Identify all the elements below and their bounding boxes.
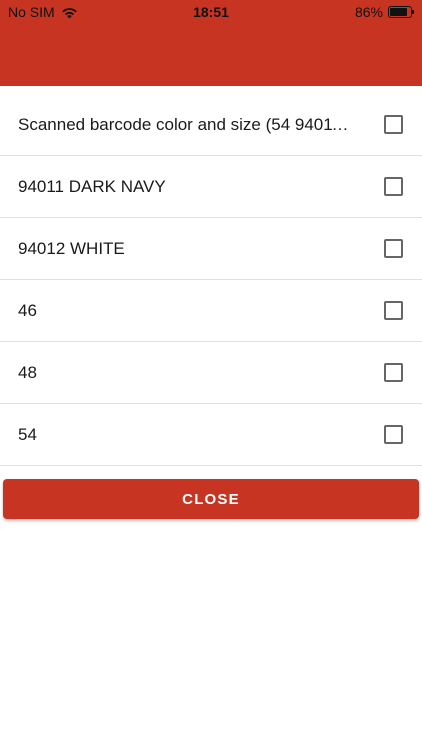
battery-icon: [388, 6, 414, 18]
list-item[interactable]: 48: [0, 342, 422, 404]
option-checkbox[interactable]: [384, 425, 403, 444]
option-checkbox[interactable]: [384, 115, 403, 134]
option-checkbox[interactable]: [384, 239, 403, 258]
option-list: Scanned barcode color and size (54 94011…: [0, 94, 422, 466]
screen: No SIM 18:51 86% Scanned barcode color a…: [0, 0, 422, 750]
list-item[interactable]: 54: [0, 404, 422, 466]
close-button[interactable]: CLOSE: [3, 479, 419, 519]
list-item[interactable]: 46: [0, 280, 422, 342]
option-label: 94011 DARK NAVY: [18, 176, 166, 196]
battery-percent: 86%: [354, 4, 383, 20]
battery-group: 86%: [355, 4, 414, 20]
option-checkbox[interactable]: [384, 363, 403, 382]
option-checkbox[interactable]: [384, 301, 403, 320]
option-label: 54: [18, 424, 37, 444]
battery-tip: [412, 10, 414, 14]
list-item[interactable]: Scanned barcode color and size (54 94011…: [0, 94, 422, 156]
battery-fill: [390, 8, 408, 16]
option-label: 94012 WHITE: [18, 238, 125, 258]
option-label: Scanned barcode color and size (54 94011…: [18, 114, 353, 134]
option-label: 46: [18, 300, 37, 320]
list-item[interactable]: 94012 WHITE: [0, 218, 422, 280]
list-item[interactable]: 94011 DARK NAVY: [0, 156, 422, 218]
option-label: 48: [18, 362, 37, 382]
option-checkbox[interactable]: [384, 177, 403, 196]
status-bar: No SIM 18:51 86%: [0, 0, 422, 24]
